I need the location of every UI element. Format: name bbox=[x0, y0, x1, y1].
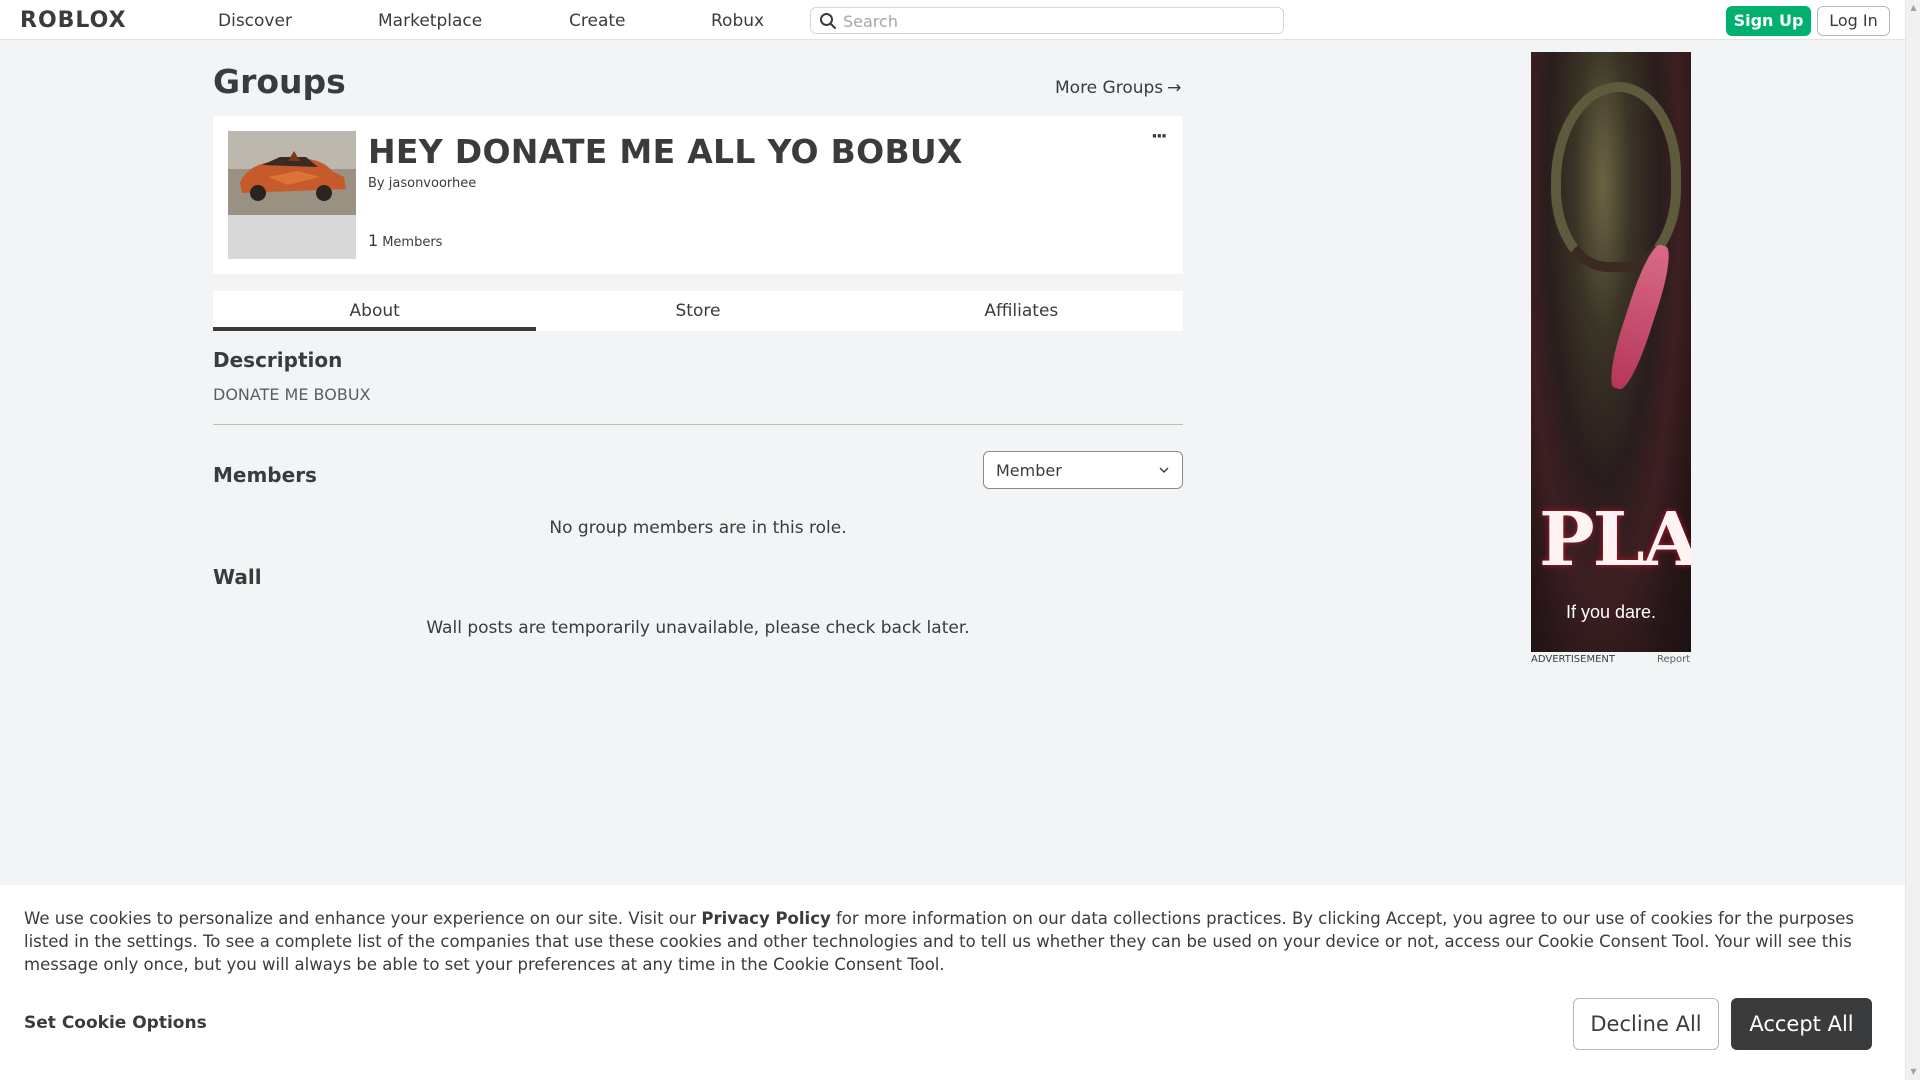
cookie-consent-banner: We use cookies to personalize and enhanc… bbox=[0, 885, 1905, 1080]
ad-tagline: If you dare. bbox=[1565, 602, 1657, 622]
ad-report-link[interactable]: Report bbox=[1657, 654, 1690, 665]
description-heading: Description bbox=[213, 348, 343, 372]
privacy-policy-link[interactable]: Privacy Policy bbox=[701, 909, 830, 928]
more-dots-icon[interactable]: ··· bbox=[1151, 126, 1167, 147]
member-count-value: 1 bbox=[368, 231, 379, 250]
members-empty-message: No group members are in this role. bbox=[549, 518, 847, 538]
section-divider bbox=[213, 424, 1183, 425]
wall-heading: Wall bbox=[213, 565, 262, 589]
tab-affiliates[interactable]: Affiliates bbox=[860, 291, 1183, 331]
advertisement-banner[interactable]: PLAY If you dare. bbox=[1531, 52, 1691, 652]
group-name: HEY DONATE ME ALL YO BOBUX bbox=[368, 132, 963, 171]
advertisement-label: ADVERTISEMENT bbox=[1531, 654, 1616, 665]
group-member-count: 1 Members bbox=[368, 231, 442, 250]
group-tabs: About Store Affiliates bbox=[213, 291, 1183, 331]
tab-store[interactable]: Store bbox=[536, 291, 859, 331]
chevron-down-icon bbox=[1159, 467, 1169, 473]
description-text: DONATE ME BOBUX bbox=[213, 385, 371, 404]
scroll-up-arrow-icon[interactable]: ▲ bbox=[1909, 3, 1918, 12]
decline-all-button[interactable]: Decline All bbox=[1573, 998, 1719, 1050]
search-box[interactable] bbox=[810, 7, 1284, 34]
nav-discover[interactable]: Discover bbox=[218, 11, 292, 31]
set-cookie-options-link[interactable]: Set Cookie Options bbox=[24, 1013, 207, 1033]
nav-marketplace[interactable]: Marketplace bbox=[378, 11, 482, 31]
group-emblem bbox=[228, 131, 356, 259]
page-title: Groups bbox=[213, 62, 346, 101]
top-navigation: ROBLOX Discover Marketplace Create Robux… bbox=[0, 0, 1905, 40]
group-emblem-image bbox=[228, 131, 356, 215]
more-groups-label: More Groups bbox=[1055, 78, 1164, 98]
nav-create[interactable]: Create bbox=[569, 11, 626, 31]
accept-all-button[interactable]: Accept All bbox=[1731, 998, 1872, 1050]
cookie-message: We use cookies to personalize and enhanc… bbox=[24, 907, 1886, 976]
arrow-right-icon: → bbox=[1167, 78, 1182, 98]
nav-robux[interactable]: Robux bbox=[711, 11, 764, 31]
members-heading: Members bbox=[213, 463, 317, 487]
more-groups-link[interactable]: More Groups → bbox=[1055, 78, 1181, 98]
scroll-down-arrow-icon[interactable]: ▼ bbox=[1909, 1067, 1918, 1076]
log-in-button[interactable]: Log In bbox=[1817, 6, 1890, 36]
tab-about[interactable]: About bbox=[213, 291, 537, 331]
cookie-text-before: We use cookies to personalize and enhanc… bbox=[24, 909, 702, 928]
ad-headline: PLAY bbox=[1539, 497, 1691, 583]
role-dropdown[interactable]: Member bbox=[983, 451, 1183, 489]
burnt-car-image bbox=[228, 131, 356, 215]
search-icon bbox=[820, 13, 836, 29]
role-dropdown-value: Member bbox=[996, 461, 1062, 480]
group-header-card: HEY DONATE ME ALL YO BOBUX By jasonvoorh… bbox=[213, 116, 1183, 274]
wall-empty-message: Wall posts are temporarily unavailable, … bbox=[426, 618, 970, 638]
group-owner-link[interactable]: jasonvoorhee bbox=[389, 176, 477, 191]
page-scrollbar[interactable]: ▲ ▼ bbox=[1905, 0, 1920, 1080]
member-count-label: Members bbox=[382, 235, 443, 250]
sign-up-button[interactable]: Sign Up bbox=[1726, 6, 1811, 36]
search-input[interactable] bbox=[843, 10, 1273, 32]
ad-creature-art bbox=[1551, 82, 1681, 272]
roblox-logo[interactable]: ROBLOX bbox=[20, 8, 127, 33]
group-owner-prefix: By bbox=[368, 176, 385, 191]
group-owner: By jasonvoorhee bbox=[368, 176, 476, 191]
